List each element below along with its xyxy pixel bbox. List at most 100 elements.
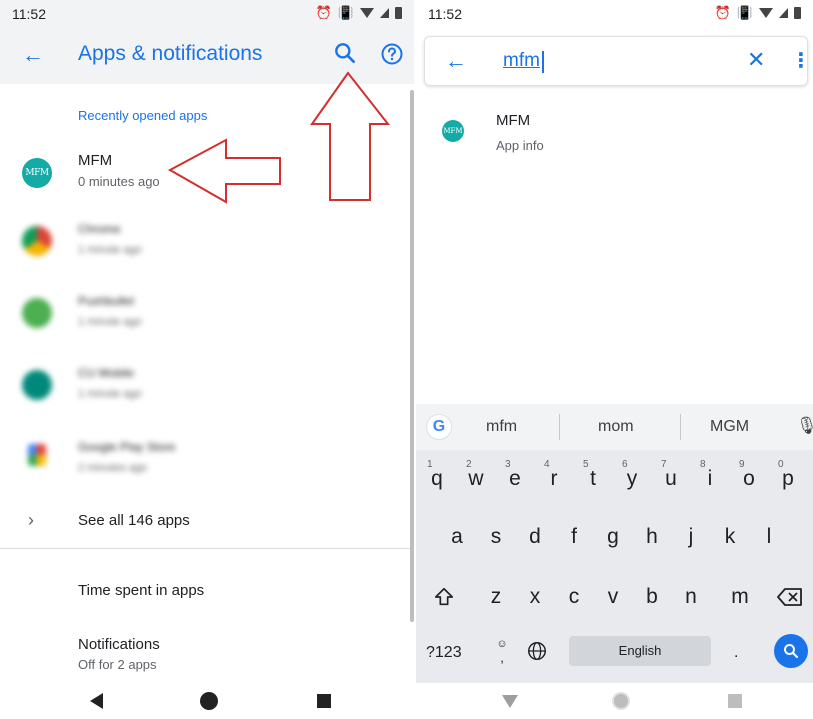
result-title: MFM: [496, 112, 531, 129]
key-q[interactable]: 1q: [419, 456, 455, 502]
app-name: Pushbullet: [78, 294, 135, 308]
back-arrow-icon[interactable]: ←: [445, 48, 467, 74]
recent-app-mfm[interactable]: MFM MFM 0 minutes ago: [0, 140, 406, 206]
space-bar[interactable]: English: [569, 636, 711, 666]
notifications-summary: Off for 2 apps: [78, 657, 157, 672]
key-i[interactable]: 8i: [692, 456, 728, 502]
key-g[interactable]: g: [595, 514, 631, 560]
suggestion-strip: G mfm mom MGM 🎙: [416, 404, 813, 450]
key-w[interactable]: 2w: [458, 456, 494, 502]
alarm-icon: ⏰: [315, 5, 332, 20]
suggestion-separator: [680, 414, 681, 440]
key-s[interactable]: s: [478, 514, 514, 560]
key-y[interactable]: 6y: [614, 456, 650, 502]
key-m[interactable]: m: [722, 574, 758, 620]
symbols-key[interactable]: ?123: [426, 644, 462, 662]
signal-icon: [779, 8, 788, 18]
backspace-key[interactable]: [772, 574, 808, 620]
status-time: 11:52: [12, 6, 46, 22]
cu-mobile-icon: [22, 370, 52, 400]
key-b[interactable]: b: [634, 574, 670, 620]
key-t[interactable]: 5t: [575, 456, 611, 502]
signal-icon: [380, 8, 389, 18]
recent-app-pushbullet[interactable]: Pushbullet 1 minute ago: [0, 278, 406, 344]
notifications-title[interactable]: Notifications: [78, 636, 160, 653]
shift-key[interactable]: [426, 574, 462, 620]
app-last-opened: 0 minutes ago: [78, 174, 160, 189]
battery-icon: [395, 7, 402, 19]
wifi-icon: [360, 8, 374, 18]
clear-icon[interactable]: ✕: [747, 47, 765, 73]
app-name: CU Mobile: [78, 366, 135, 380]
key-a[interactable]: a: [439, 514, 475, 560]
search-input[interactable]: mfm: [503, 50, 540, 72]
suggestion-1[interactable]: mfm: [486, 418, 517, 436]
nav-home-icon[interactable]: [612, 692, 630, 710]
time-spent-in-apps[interactable]: Time spent in apps: [78, 582, 204, 599]
recent-app-play-store[interactable]: Google Play Store 2 minutes ago: [0, 424, 406, 490]
key-l[interactable]: l: [751, 514, 787, 560]
key-d[interactable]: d: [517, 514, 553, 560]
app-last-opened: 2 minutes ago: [78, 462, 148, 474]
play-store-icon: [28, 444, 46, 466]
app-bar: ← Apps & notifications: [0, 28, 414, 84]
key-o[interactable]: 9o: [731, 456, 767, 502]
see-all-apps-label: See all 146 apps: [78, 512, 190, 529]
battery-icon: [794, 7, 801, 19]
vibrate-icon: 📳: [337, 5, 354, 20]
hide-keyboard-icon[interactable]: [502, 695, 518, 708]
vibrate-icon: 📳: [736, 5, 753, 20]
key-j[interactable]: j: [673, 514, 709, 560]
key-p[interactable]: 0p: [770, 456, 806, 502]
search-bar[interactable]: ← mfm ✕ ⋮: [424, 36, 811, 86]
text-cursor: [542, 51, 544, 73]
key-r[interactable]: 4r: [536, 456, 572, 502]
back-arrow-icon[interactable]: ←: [22, 42, 44, 68]
app-name: Google Play Store: [78, 440, 176, 454]
soft-keyboard: G mfm mom MGM 🎙 1q 2w 3e 4r 5t 6y 7u 8i …: [416, 404, 813, 684]
key-x[interactable]: x: [517, 574, 553, 620]
recent-app-chrome[interactable]: Chrome 1 minute ago: [0, 206, 406, 272]
nav-recents-icon[interactable]: [317, 694, 331, 708]
key-u[interactable]: 7u: [653, 456, 689, 502]
suggestion-2[interactable]: mom: [598, 418, 634, 436]
keyboard-search-button[interactable]: [774, 634, 808, 668]
app-last-opened: 1 minute ago: [78, 244, 142, 256]
result-subtitle: App info: [496, 138, 544, 153]
help-icon[interactable]: [380, 42, 404, 66]
key-e[interactable]: 3e: [497, 456, 533, 502]
wifi-icon: [759, 8, 773, 18]
nav-recents-icon[interactable]: [728, 694, 742, 708]
system-nav-bar: [416, 683, 813, 719]
see-all-apps-row[interactable]: › See all 146 apps: [0, 500, 406, 546]
comma-emoji-key[interactable]: ☺,: [494, 636, 510, 665]
key-z[interactable]: z: [478, 574, 514, 620]
nav-back-icon[interactable]: [90, 693, 103, 709]
language-key[interactable]: [526, 640, 548, 667]
key-f[interactable]: f: [556, 514, 592, 560]
settings-search-screen: 11:52 ⏰ 📳 ← mfm ✕ ⋮ MFM MFM App info G m…: [416, 0, 813, 719]
mfm-icon: MFM: [442, 120, 464, 142]
key-k[interactable]: k: [712, 514, 748, 560]
globe-icon: [528, 642, 546, 660]
suggestion-separator: [559, 414, 560, 440]
page-title: Apps & notifications: [78, 42, 263, 65]
status-time: 11:52: [428, 6, 462, 22]
more-vert-icon[interactable]: ⋮: [791, 48, 811, 73]
recent-app-cu-mobile[interactable]: CU Mobile 1 minute ago: [0, 350, 406, 416]
system-nav-bar: [0, 683, 414, 719]
suggestion-3[interactable]: MGM: [710, 418, 749, 436]
microphone-icon[interactable]: 🎙: [796, 416, 813, 436]
key-v[interactable]: v: [595, 574, 631, 620]
nav-home-icon[interactable]: [200, 692, 218, 710]
settings-apps-screen: 11:52 ⏰ 📳 ← Apps & notifications Recentl…: [0, 0, 414, 719]
key-n[interactable]: n: [673, 574, 709, 620]
divider: [0, 548, 414, 549]
key-c[interactable]: c: [556, 574, 592, 620]
pushbullet-icon: [22, 298, 52, 328]
alarm-icon: ⏰: [714, 5, 731, 20]
search-icon[interactable]: [332, 40, 360, 68]
google-g-icon[interactable]: G: [426, 414, 452, 440]
period-key[interactable]: .: [734, 644, 738, 662]
key-h[interactable]: h: [634, 514, 670, 560]
